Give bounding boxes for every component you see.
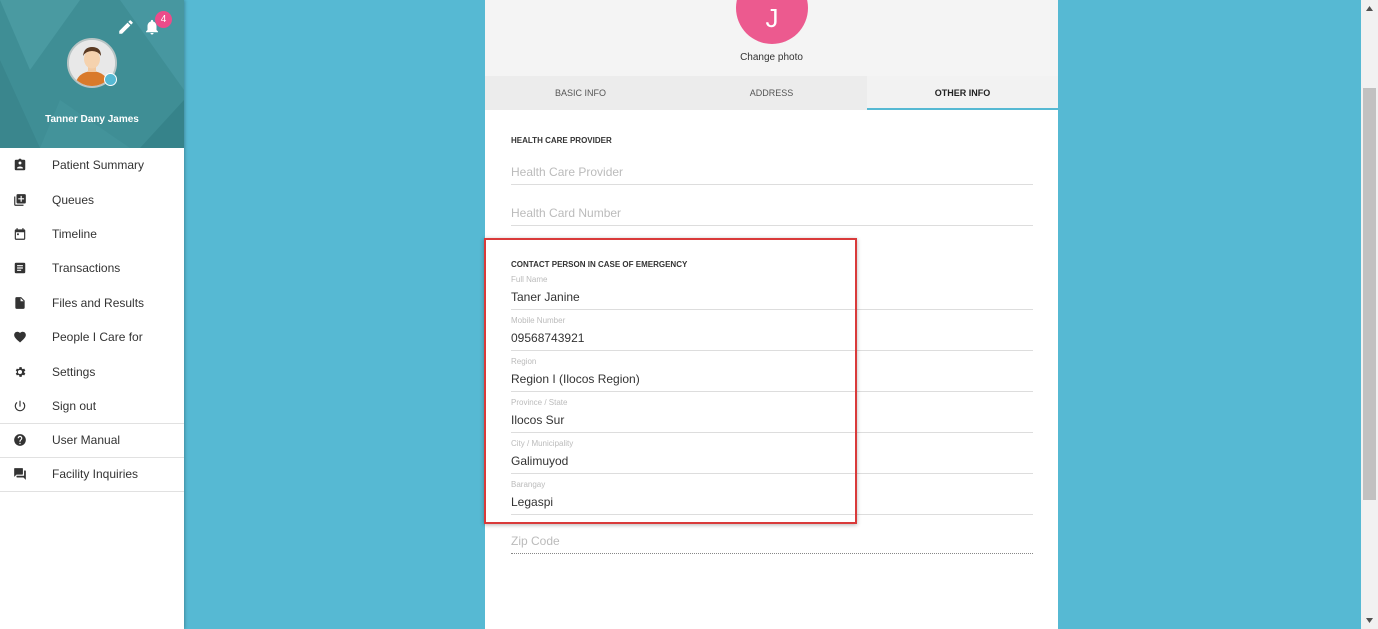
- profile-photo[interactable]: J: [736, 0, 808, 44]
- chat-icon: [12, 466, 28, 482]
- file-icon: [12, 295, 28, 311]
- field-label: City / Municipality: [511, 439, 574, 448]
- zip-code-field[interactable]: Zip Code: [511, 531, 1033, 554]
- avatar-link-icon: [104, 73, 117, 86]
- clipboard-user-icon: [12, 157, 28, 173]
- barangay-field[interactable]: Barangay Legaspi: [511, 480, 1033, 515]
- sidebar-item-label: Timeline: [52, 226, 97, 241]
- field-label: Mobile Number: [511, 316, 566, 325]
- help-icon: [12, 432, 28, 448]
- list-icon: [12, 260, 28, 276]
- gear-icon: [12, 364, 28, 380]
- sidebar-item-label: Settings: [52, 364, 96, 379]
- sidebar-item-sign-out[interactable]: Sign out: [0, 389, 184, 423]
- full-name-field[interactable]: Full Name Taner Janine: [511, 275, 1033, 310]
- field-value: Legaspi: [511, 495, 554, 509]
- scroll-down-arrow-icon[interactable]: [1361, 612, 1378, 629]
- field-value: Galimuyod: [511, 454, 569, 468]
- edit-profile-icon[interactable]: [117, 18, 135, 36]
- scroll-up-arrow-icon[interactable]: [1361, 0, 1378, 17]
- field-value: Region I (Ilocos Region): [511, 372, 640, 386]
- field-value: 09568743921: [511, 331, 585, 345]
- health-care-provider-field[interactable]: Health Care Provider: [511, 162, 1033, 185]
- sidebar-item-label: User Manual: [52, 433, 121, 448]
- health-care-provider-placeholder: Health Care Provider: [511, 165, 624, 179]
- tab-basic-info[interactable]: BASIC INFO: [485, 76, 676, 110]
- sidebar-menu: Patient Summary Queues Timeline Transact…: [0, 148, 184, 492]
- sidebar-item-label: Patient Summary: [52, 158, 145, 173]
- notification-count-badge: 4: [155, 11, 172, 28]
- field-value: Ilocos Sur: [511, 413, 565, 427]
- mobile-number-field[interactable]: Mobile Number 09568743921: [511, 316, 1033, 351]
- user-name: Tanner Dany James: [45, 114, 139, 125]
- calendar-icon: [12, 226, 28, 242]
- tab-address[interactable]: ADDRESS: [676, 76, 867, 110]
- sidebar-item-files-and-results[interactable]: Files and Results: [0, 286, 184, 320]
- sidebar-item-label: Transactions: [52, 261, 121, 276]
- queue-add-icon: [12, 192, 28, 208]
- power-icon: [12, 398, 28, 414]
- sidebar-item-timeline[interactable]: Timeline: [0, 217, 184, 251]
- sidebar-item-patient-summary[interactable]: Patient Summary: [0, 148, 184, 182]
- city-field[interactable]: City / Municipality Galimuyod: [511, 439, 1033, 474]
- region-field[interactable]: Region Region I (Ilocos Region): [511, 357, 1033, 392]
- field-label: Province / State: [511, 398, 568, 407]
- sidebar-item-user-manual[interactable]: User Manual: [0, 423, 184, 458]
- profile-header: 4 Tanner Dany James: [0, 0, 184, 148]
- field-label: Region: [511, 357, 537, 366]
- change-photo-link[interactable]: Change photo: [485, 52, 1058, 63]
- photo-area: J Change photo: [485, 0, 1058, 76]
- sidebar-item-settings[interactable]: Settings: [0, 354, 184, 388]
- page-scrollbar[interactable]: [1361, 0, 1378, 629]
- sidebar-item-label: Facility Inquiries: [52, 467, 139, 482]
- sidebar-item-label: Queues: [52, 192, 95, 207]
- field-label: Barangay: [511, 480, 546, 489]
- sidebar-item-label: Sign out: [52, 398, 97, 413]
- sidebar-item-queues[interactable]: Queues: [0, 182, 184, 216]
- sidebar-item-facility-inquiries[interactable]: Facility Inquiries: [0, 458, 184, 492]
- field-label: Full Name: [511, 275, 548, 284]
- zip-code-placeholder: Zip Code: [511, 534, 560, 548]
- sidebar: 4 Tanner Dany James Patient Summary Queu…: [0, 0, 184, 629]
- field-value: Taner Janine: [511, 290, 580, 304]
- profile-edit-card: J Change photo BASIC INFO ADDRESS OTHER …: [485, 0, 1058, 629]
- province-field[interactable]: Province / State Ilocos Sur: [511, 398, 1033, 433]
- sidebar-item-transactions[interactable]: Transactions: [0, 251, 184, 285]
- scrollbar-thumb[interactable]: [1363, 88, 1376, 500]
- health-card-number-field[interactable]: Health Card Number: [511, 203, 1033, 226]
- sidebar-item-label: People I Care for: [52, 330, 143, 345]
- tab-other-info[interactable]: OTHER INFO: [867, 76, 1058, 110]
- heart-icon: [12, 329, 28, 345]
- emergency-contact-section-title: CONTACT PERSON IN CASE OF EMERGENCY: [511, 260, 688, 269]
- sidebar-item-label: Files and Results: [52, 295, 145, 310]
- health-card-number-placeholder: Health Card Number: [511, 206, 622, 220]
- health-care-section-title: HEALTH CARE PROVIDER: [511, 136, 612, 145]
- profile-tabs: BASIC INFO ADDRESS OTHER INFO: [485, 76, 1058, 110]
- sidebar-item-people-i-care-for[interactable]: People I Care for: [0, 320, 184, 354]
